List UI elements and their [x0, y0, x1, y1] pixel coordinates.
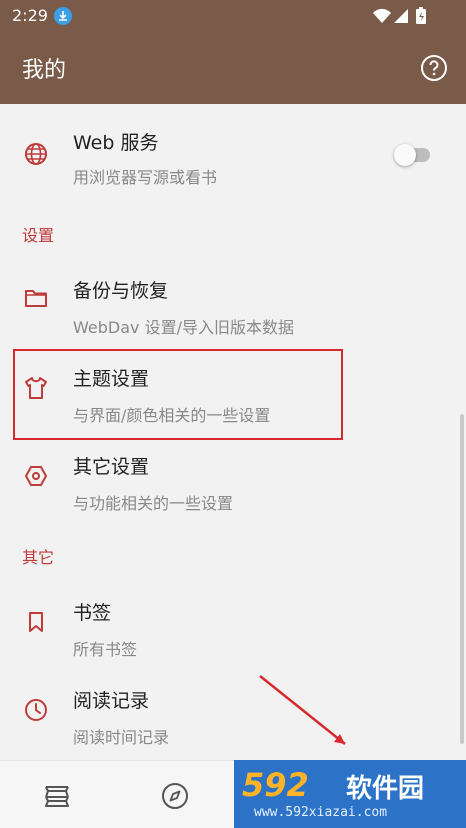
- watermark-url: www.592xiazai.com: [254, 805, 388, 820]
- watermark-logo: 592: [242, 766, 309, 804]
- app-bar: 我的: [0, 32, 466, 104]
- download-notification-icon: [54, 7, 72, 25]
- help-icon[interactable]: [420, 54, 448, 82]
- bookshelf-nav-icon[interactable]: [42, 781, 72, 811]
- watermark-site-name: 软件园: [346, 774, 425, 804]
- status-time: 2:29: [12, 6, 48, 25]
- compass-nav-icon[interactable]: [160, 781, 190, 811]
- wifi-icon: [373, 8, 391, 23]
- watermark-banner: 592 软件园 www.592xiazai.com: [234, 760, 466, 828]
- signal-icon: [394, 9, 408, 23]
- annotation-arrow: [259, 675, 346, 745]
- settings-list: Web 服务 用浏览器写源或看书 设置 备份与恢复 WebDav 设置/导入旧版…: [0, 104, 466, 760]
- status-icons: [372, 7, 432, 29]
- battery-icon: [416, 7, 426, 24]
- page-title: 我的: [22, 58, 67, 83]
- status-bar: 2:29: [0, 0, 466, 32]
